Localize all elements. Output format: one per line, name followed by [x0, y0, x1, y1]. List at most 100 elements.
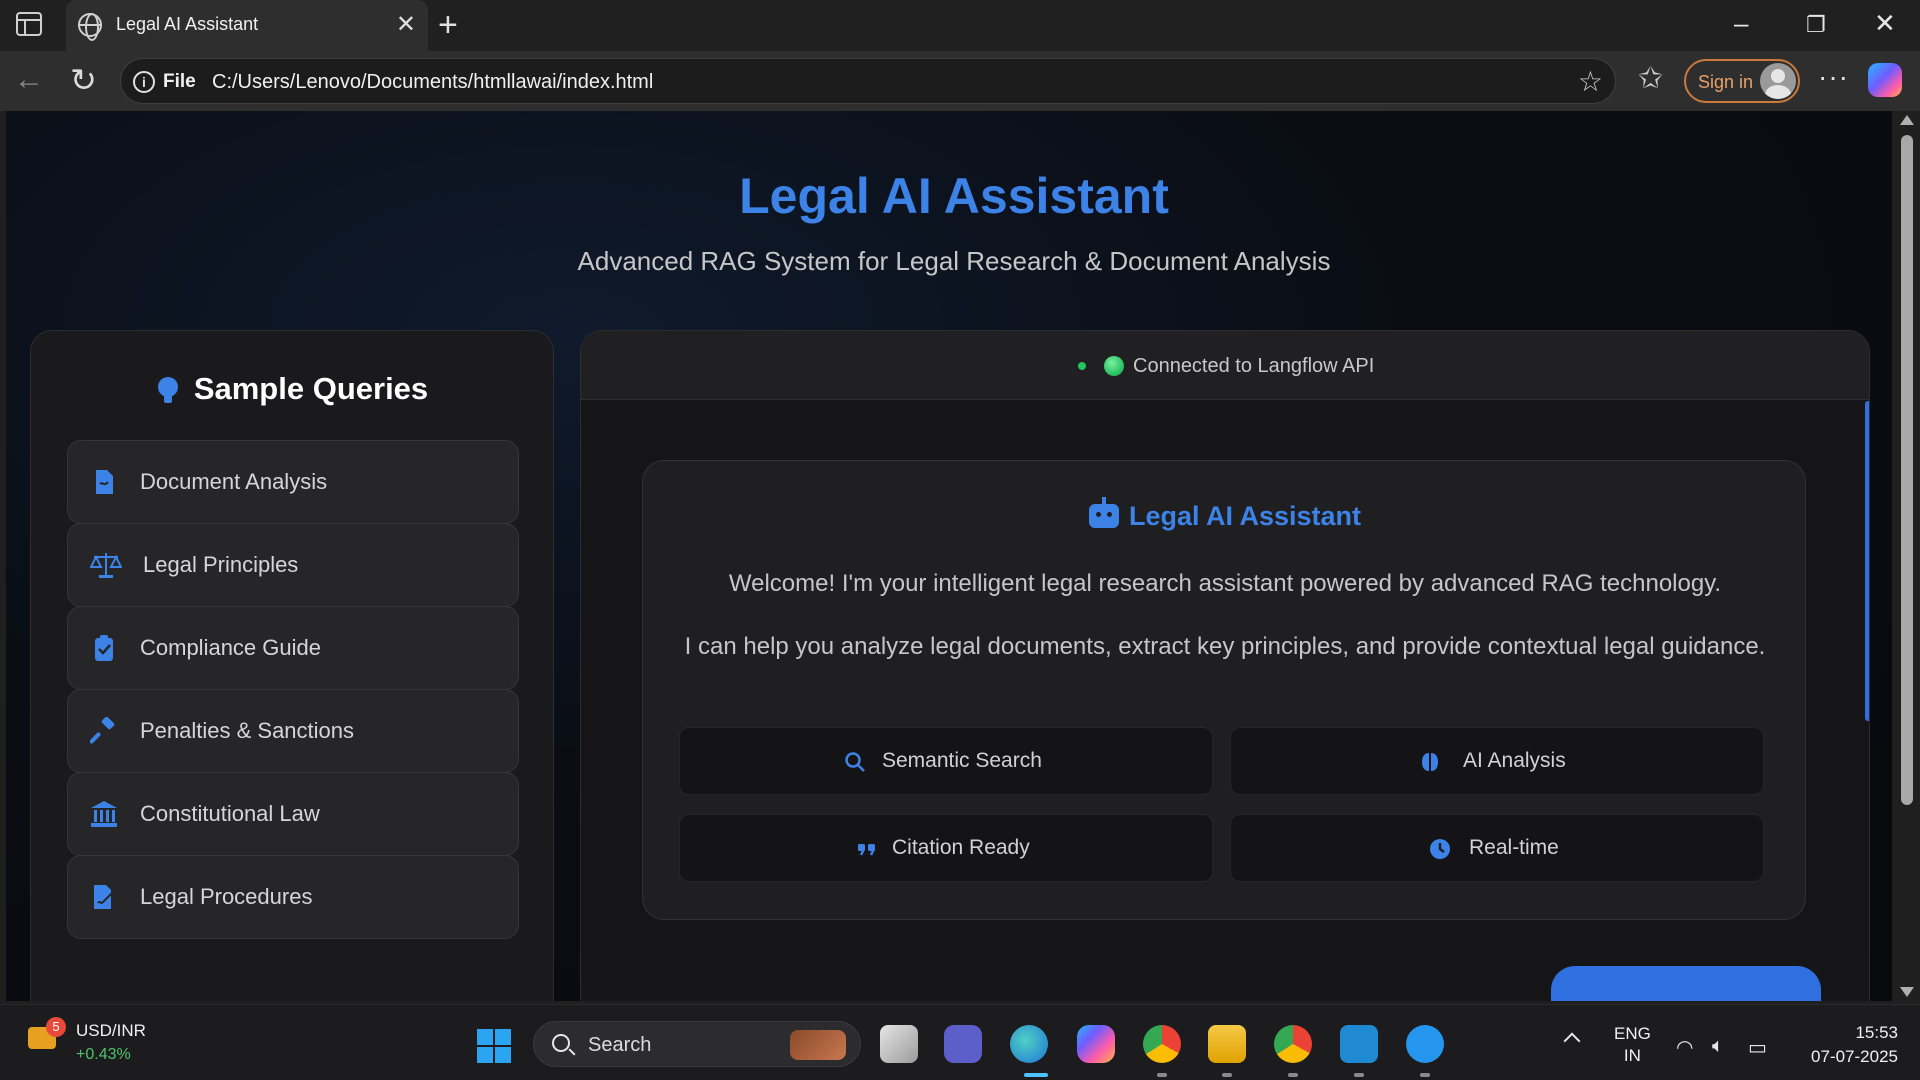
restore-icon[interactable]: ❐ [1806, 12, 1826, 38]
app-indicator [1222, 1073, 1232, 1077]
copilot-app-icon[interactable] [1077, 1025, 1115, 1063]
sidebar-toggle-icon[interactable] [16, 12, 42, 36]
task-view-icon[interactable] [880, 1025, 918, 1063]
info-icon[interactable]: i [133, 71, 155, 93]
chrome-profile-icon[interactable] [1274, 1025, 1312, 1063]
language-indicator[interactable]: ENG IN [1614, 1023, 1651, 1067]
query-label: Document Analysis [140, 469, 328, 494]
welcome-card: Legal AI Assistant Welcome! I'm your int… [642, 460, 1806, 920]
feature-real-time: Real-time [1230, 814, 1764, 882]
search-icon [552, 1034, 570, 1052]
show-hidden-icons-chevron-icon[interactable] [1563, 1032, 1581, 1050]
feature-semantic-search: Semantic Search [679, 727, 1213, 795]
close-tab-icon[interactable]: ✕ [396, 10, 416, 39]
feature-label: AI Analysis [1463, 749, 1566, 772]
address-url[interactable]: C:/Users/Lenovo/Documents/htmllawai/inde… [212, 71, 653, 94]
query-penalties-sanctions[interactable]: Penalties & Sanctions [67, 689, 519, 773]
gavel-icon [90, 717, 115, 744]
landmark-icon [91, 801, 117, 827]
connection-status-text: Connected to Langflow API [1133, 355, 1375, 377]
welcome-message: Welcome! I'm your intelligent legal rese… [728, 570, 1722, 597]
sign-in-button[interactable]: Sign in [1684, 59, 1800, 103]
query-label: Legal Principles [143, 552, 299, 577]
address-scheme-label: File [163, 71, 196, 92]
edge-icon[interactable] [1010, 1025, 1048, 1063]
page-title: Legal AI Assistant [739, 168, 1169, 224]
taskbar-search[interactable]: Search [533, 1021, 861, 1067]
file-signature-icon [94, 885, 114, 909]
clock-icon [1430, 839, 1450, 859]
app-indicator [1354, 1073, 1364, 1077]
chrome-icon[interactable] [1143, 1025, 1181, 1063]
query-constitutional-law[interactable]: Constitutional Law [67, 772, 519, 856]
query-label: Legal Procedures [140, 884, 313, 909]
scroll-thumb[interactable] [1901, 135, 1913, 805]
page-viewport: Legal AI Assistant Advanced RAG System f… [6, 111, 1892, 1001]
clock-time: 15:53 [1855, 1023, 1898, 1042]
volume-icon[interactable]: 🔈︎ [1712, 1035, 1724, 1058]
document-icon [96, 470, 113, 494]
scroll-down-icon[interactable] [1900, 987, 1914, 997]
copilot-icon[interactable] [1868, 63, 1902, 97]
query-label: Constitutional Law [140, 801, 320, 826]
clipboard-check-icon [95, 635, 113, 661]
query-label: Penalties & Sanctions [140, 718, 355, 743]
active-app-indicator [1024, 1073, 1048, 1077]
file-explorer-icon[interactable] [1208, 1025, 1246, 1063]
query-legal-principles[interactable]: Legal Principles [67, 523, 519, 607]
page-scrollbar[interactable] [1892, 111, 1920, 1001]
lightbulb-icon [157, 377, 178, 403]
status-indicator-icon [1104, 356, 1124, 376]
reload-icon[interactable]: ↻ [70, 61, 97, 99]
app-indicator [1420, 1073, 1430, 1077]
chat-scrollbar[interactable] [1865, 401, 1869, 721]
taskbar-search-label: Search [588, 1034, 652, 1056]
teams-icon[interactable] [944, 1025, 982, 1063]
docker-icon[interactable] [1406, 1025, 1444, 1063]
search-icon [845, 752, 865, 772]
primary-action-button[interactable] [1551, 966, 1821, 1001]
app-indicator [1288, 1073, 1298, 1077]
window-close-icon[interactable]: ✕ [1874, 8, 1896, 39]
windows-start-icon[interactable] [477, 1029, 511, 1063]
scroll-up-icon[interactable] [1900, 115, 1914, 125]
chat-panel: Connected to Langflow API Legal AI Assis… [580, 330, 1870, 1001]
browser-tab[interactable]: Legal AI Assistant ✕ [66, 0, 428, 51]
language-code: ENG [1614, 1024, 1651, 1043]
address-toolbar: ← ↻ i File C:/Users/Lenovo/Documents/htm… [0, 51, 1920, 111]
avatar-icon [1760, 63, 1796, 99]
robot-icon [1088, 497, 1119, 528]
minimize-icon[interactable]: – [1734, 8, 1748, 39]
favorite-star-icon[interactable]: ☆ [1578, 65, 1603, 98]
globe-icon [78, 13, 102, 41]
query-document-analysis[interactable]: Document Analysis [67, 440, 519, 524]
widget-title[interactable]: USD/INR [76, 1021, 146, 1041]
brain-icon [1422, 753, 1438, 771]
connection-status-bar: Connected to Langflow API [581, 331, 1869, 400]
quote-icon [858, 844, 876, 856]
notification-badge: 5 [46, 1017, 66, 1037]
address-bar[interactable]: i File C:/Users/Lenovo/Documents/htmllaw… [120, 58, 1616, 104]
battery-icon[interactable]: ▭ [1748, 1035, 1767, 1060]
page-subtitle: Advanced RAG System for Legal Research &… [577, 246, 1331, 276]
feature-label: Citation Ready [892, 836, 1030, 859]
tab-title: Legal AI Assistant [116, 14, 259, 34]
sample-queries-heading: Sample Queries [31, 371, 555, 407]
query-compliance-guide[interactable]: Compliance Guide [67, 606, 519, 690]
app-indicator [1157, 1073, 1167, 1077]
welcome-title: Legal AI Assistant [643, 497, 1807, 532]
windows-taskbar: 5 USD/INR +0.43% Search ENG IN ◠ 🔈︎ ▭ 15… [0, 1004, 1920, 1080]
favorites-icon[interactable]: ✩ [1638, 61, 1663, 96]
system-clock[interactable]: 15:53 07-07-2025 [1811, 1021, 1898, 1069]
clock-date: 07-07-2025 [1811, 1047, 1898, 1066]
browser-tab-bar: Legal AI Assistant ✕ + – ❐ ✕ [0, 0, 1920, 51]
status-dot [1078, 362, 1086, 370]
vscode-icon[interactable] [1340, 1025, 1378, 1063]
back-arrow-icon[interactable]: ← [14, 63, 44, 97]
welcome-title-text: Legal AI Assistant [1128, 501, 1362, 531]
more-menu-icon[interactable]: ··· [1818, 61, 1849, 93]
wifi-icon[interactable]: ◠ [1676, 1035, 1693, 1060]
query-legal-procedures[interactable]: Legal Procedures [67, 855, 519, 939]
new-tab-icon[interactable]: + [438, 6, 458, 45]
widget-change: +0.43% [76, 1046, 131, 1063]
